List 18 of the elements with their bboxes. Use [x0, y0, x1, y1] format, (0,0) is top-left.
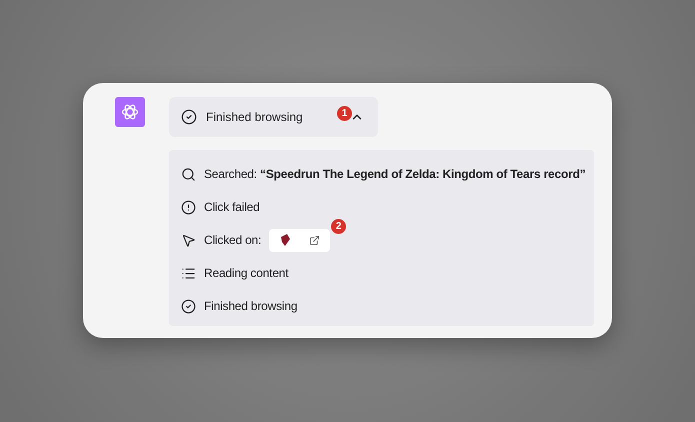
list-icon	[181, 266, 196, 280]
check-circle-icon	[181, 298, 196, 314]
search-icon	[181, 166, 196, 182]
link-chip[interactable]	[269, 228, 330, 252]
logo-icon	[115, 97, 145, 127]
step-text: Clicked on:	[204, 232, 262, 249]
browsing-toggle[interactable]: Finished browsing 1	[169, 97, 378, 137]
external-link-icon	[309, 234, 320, 246]
site-favicon-icon	[279, 233, 292, 247]
check-circle-icon	[181, 109, 197, 125]
alert-icon	[181, 200, 196, 214]
number-badge: 1	[337, 106, 352, 121]
number-badge: 2	[331, 218, 346, 234]
step-text: Reading content	[204, 265, 288, 282]
step-text: Finished browsing	[204, 298, 298, 315]
step-text: Click failed	[204, 199, 260, 216]
step-text: Searched: “Speedrun The Legend of Zelda: Kingdom of Tears record”	[204, 166, 586, 183]
cursor-icon	[181, 232, 196, 248]
